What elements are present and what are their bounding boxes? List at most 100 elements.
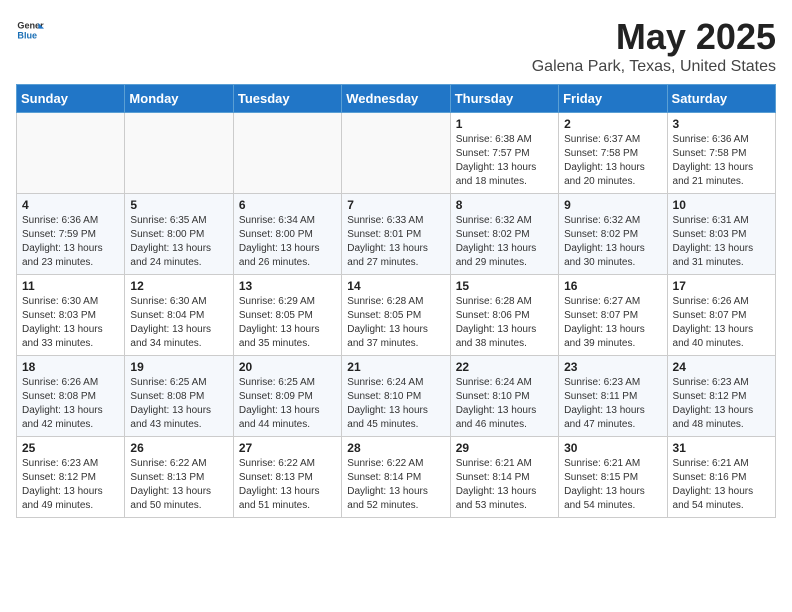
calendar-cell: 27 Sunrise: 6:22 AM Sunset: 8:13 PM Dayli… — [233, 437, 341, 518]
day-number: 31 — [673, 441, 770, 455]
calendar-cell: 15 Sunrise: 6:28 AM Sunset: 8:06 PM Dayli… — [450, 275, 558, 356]
day-number: 8 — [456, 198, 553, 212]
day-number: 22 — [456, 360, 553, 374]
weekday-header: Thursday — [450, 85, 558, 113]
calendar-cell: 29Sunrise: 6:21 AM Sunset: 8:14 PM Dayli… — [450, 437, 558, 518]
weekday-header: Saturday — [667, 85, 775, 113]
calendar-cell: 18 Sunrise: 6:26 AM Sunset: 8:08 PM Dayli… — [17, 356, 125, 437]
day-content: Sunrise: 6:25 AM Sunset: 8:08 PM Dayligh… — [130, 376, 227, 432]
calendar-cell — [233, 113, 341, 194]
calendar-cell: 5 Sunrise: 6:35 AM Sunset: 8:00 PM Daylig… — [125, 194, 233, 275]
day-content: Sunrise: 6:21 AM Sunset: 8:15 PM Dayligh… — [564, 457, 661, 513]
day-number: 25 — [22, 441, 119, 455]
day-number: 30 — [564, 441, 661, 455]
calendar-cell: 8 Sunrise: 6:32 AM Sunset: 8:02 PM Daylig… — [450, 194, 558, 275]
calendar-cell: 7 Sunrise: 6:33 AM Sunset: 8:01 PM Daylig… — [342, 194, 450, 275]
day-number: 4 — [22, 198, 119, 212]
weekday-header: Wednesday — [342, 85, 450, 113]
calendar-cell: 30 Sunrise: 6:21 AM Sunset: 8:15 PM Dayli… — [559, 437, 667, 518]
calendar-cell — [125, 113, 233, 194]
calendar-cell: 9 Sunrise: 6:32 AM Sunset: 8:02 PM Daylig… — [559, 194, 667, 275]
calendar-cell: 31 Sunrise: 6:21 AM Sunset: 8:16 PM Dayli… — [667, 437, 775, 518]
day-number: 27 — [239, 441, 336, 455]
day-number: 20 — [239, 360, 336, 374]
day-number: 10 — [673, 198, 770, 212]
calendar-week-row: 18 Sunrise: 6:26 AM Sunset: 8:08 PM Dayli… — [17, 356, 776, 437]
weekday-header: Friday — [559, 85, 667, 113]
day-content: Sunrise: 6:23 AM Sunset: 8:12 PM Dayligh… — [673, 376, 770, 432]
svg-text:Blue: Blue — [17, 30, 37, 40]
day-number: 15 — [456, 279, 553, 293]
day-number: 18 — [22, 360, 119, 374]
day-content: Sunrise: 6:21 AM Sunset: 8:16 PM Dayligh… — [673, 457, 770, 513]
weekday-header: Tuesday — [233, 85, 341, 113]
calendar-cell: 26 Sunrise: 6:22 AM Sunset: 8:13 PM Dayli… — [125, 437, 233, 518]
calendar-cell: 14Sunrise: 6:28 AM Sunset: 8:05 PM Dayli… — [342, 275, 450, 356]
day-content: Sunrise: 6:23 AM Sunset: 8:11 PM Dayligh… — [564, 376, 661, 432]
day-content: Sunrise: 6:25 AM Sunset: 8:09 PM Dayligh… — [239, 376, 336, 432]
calendar-cell — [17, 113, 125, 194]
day-content: Sunrise: 6:36 AM Sunset: 7:58 PM Dayligh… — [673, 133, 770, 189]
day-content: Sunrise: 6:30 AM Sunset: 8:03 PM Dayligh… — [22, 295, 119, 351]
day-number: 28 — [347, 441, 444, 455]
calendar-cell: 12 Sunrise: 6:30 AM Sunset: 8:04 PM Dayli… — [125, 275, 233, 356]
day-content: Sunrise: 6:28 AM Sunset: 8:05 PM Dayligh… — [347, 295, 444, 351]
calendar-week-row: 11Sunrise: 6:30 AM Sunset: 8:03 PM Dayli… — [17, 275, 776, 356]
day-number: 1 — [456, 117, 553, 131]
calendar-cell: 13 Sunrise: 6:29 AM Sunset: 8:05 PM Dayli… — [233, 275, 341, 356]
day-content: Sunrise: 6:34 AM Sunset: 8:00 PM Dayligh… — [239, 214, 336, 270]
day-number: 26 — [130, 441, 227, 455]
day-content: Sunrise: 6:33 AM Sunset: 8:01 PM Dayligh… — [347, 214, 444, 270]
page-title: May 2025 — [532, 16, 776, 58]
calendar-week-row: 25 Sunrise: 6:23 AM Sunset: 8:12 PM Dayli… — [17, 437, 776, 518]
day-number: 3 — [673, 117, 770, 131]
day-content: Sunrise: 6:22 AM Sunset: 8:13 PM Dayligh… — [239, 457, 336, 513]
day-content: Sunrise: 6:26 AM Sunset: 8:07 PM Dayligh… — [673, 295, 770, 351]
day-content: Sunrise: 6:35 AM Sunset: 8:00 PM Dayligh… — [130, 214, 227, 270]
day-number: 6 — [239, 198, 336, 212]
calendar-cell: 3 Sunrise: 6:36 AM Sunset: 7:58 PM Daylig… — [667, 113, 775, 194]
day-number: 5 — [130, 198, 227, 212]
calendar-cell: 20 Sunrise: 6:25 AM Sunset: 8:09 PM Dayli… — [233, 356, 341, 437]
day-number: 7 — [347, 198, 444, 212]
calendar-cell: 6 Sunrise: 6:34 AM Sunset: 8:00 PM Daylig… — [233, 194, 341, 275]
day-content: Sunrise: 6:27 AM Sunset: 8:07 PM Dayligh… — [564, 295, 661, 351]
calendar-cell: 16Sunrise: 6:27 AM Sunset: 8:07 PM Dayli… — [559, 275, 667, 356]
calendar-cell: 17Sunrise: 6:26 AM Sunset: 8:07 PM Dayli… — [667, 275, 775, 356]
day-content: Sunrise: 6:29 AM Sunset: 8:05 PM Dayligh… — [239, 295, 336, 351]
day-content: Sunrise: 6:26 AM Sunset: 8:08 PM Dayligh… — [22, 376, 119, 432]
day-content: Sunrise: 6:28 AM Sunset: 8:06 PM Dayligh… — [456, 295, 553, 351]
day-number: 13 — [239, 279, 336, 293]
day-number: 29 — [456, 441, 553, 455]
day-content: Sunrise: 6:22 AM Sunset: 8:14 PM Dayligh… — [347, 457, 444, 513]
day-content: Sunrise: 6:30 AM Sunset: 8:04 PM Dayligh… — [130, 295, 227, 351]
day-content: Sunrise: 6:24 AM Sunset: 8:10 PM Dayligh… — [347, 376, 444, 432]
day-number: 21 — [347, 360, 444, 374]
calendar-cell: 19 Sunrise: 6:25 AM Sunset: 8:08 PM Dayli… — [125, 356, 233, 437]
calendar-cell: 2Sunrise: 6:37 AM Sunset: 7:58 PM Daylig… — [559, 113, 667, 194]
calendar-cell: 22 Sunrise: 6:24 AM Sunset: 8:10 PM Dayli… — [450, 356, 558, 437]
calendar-table: SundayMondayTuesdayWednesdayThursdayFrid… — [16, 84, 776, 518]
day-content: Sunrise: 6:32 AM Sunset: 8:02 PM Dayligh… — [456, 214, 553, 270]
day-content: Sunrise: 6:36 AM Sunset: 7:59 PM Dayligh… — [22, 214, 119, 270]
day-number: 9 — [564, 198, 661, 212]
calendar-cell: 21 Sunrise: 6:24 AM Sunset: 8:10 PM Dayli… — [342, 356, 450, 437]
day-number: 23 — [564, 360, 661, 374]
day-content: Sunrise: 6:38 AM Sunset: 7:57 PM Dayligh… — [456, 133, 553, 189]
weekday-header-row: SundayMondayTuesdayWednesdayThursdayFrid… — [17, 85, 776, 113]
day-content: Sunrise: 6:23 AM Sunset: 8:12 PM Dayligh… — [22, 457, 119, 513]
day-content: Sunrise: 6:24 AM Sunset: 8:10 PM Dayligh… — [456, 376, 553, 432]
calendar-cell: 11Sunrise: 6:30 AM Sunset: 8:03 PM Dayli… — [17, 275, 125, 356]
day-content: Sunrise: 6:32 AM Sunset: 8:02 PM Dayligh… — [564, 214, 661, 270]
calendar-week-row: 4 Sunrise: 6:36 AM Sunset: 7:59 PM Daylig… — [17, 194, 776, 275]
day-number: 19 — [130, 360, 227, 374]
day-number: 12 — [130, 279, 227, 293]
day-content: Sunrise: 6:22 AM Sunset: 8:13 PM Dayligh… — [130, 457, 227, 513]
weekday-header: Monday — [125, 85, 233, 113]
calendar-cell — [342, 113, 450, 194]
calendar-cell: 25 Sunrise: 6:23 AM Sunset: 8:12 PM Dayli… — [17, 437, 125, 518]
calendar-cell: 10Sunrise: 6:31 AM Sunset: 8:03 PM Dayli… — [667, 194, 775, 275]
calendar-week-row: 1 Sunrise: 6:38 AM Sunset: 7:57 PM Daylig… — [17, 113, 776, 194]
header: General Blue May 2025 Galena Park, Texas… — [16, 16, 776, 76]
calendar-cell: 1 Sunrise: 6:38 AM Sunset: 7:57 PM Daylig… — [450, 113, 558, 194]
